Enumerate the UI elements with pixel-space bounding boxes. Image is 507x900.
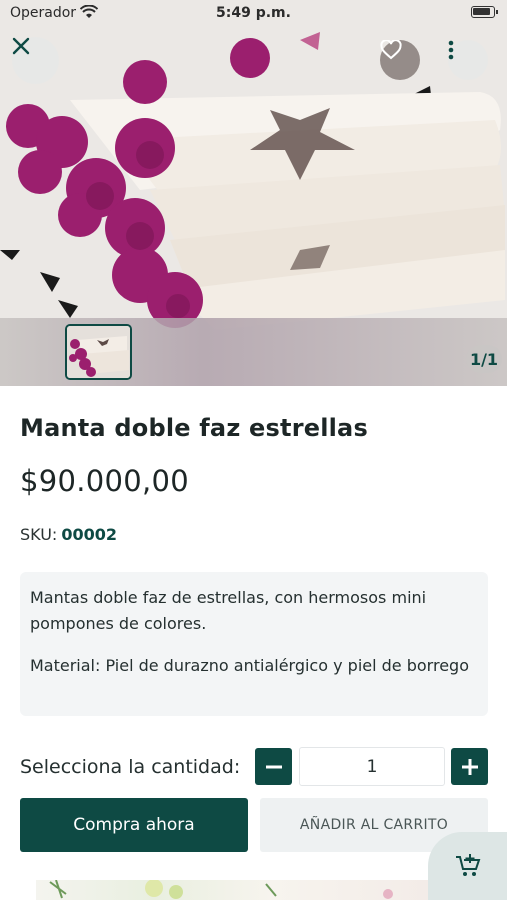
product-image[interactable]: Operador 5:49 p.m. 1/1 bbox=[0, 0, 507, 386]
sku-value: 00002 bbox=[61, 525, 117, 544]
status-bar: Operador 5:49 p.m. bbox=[0, 0, 507, 26]
quantity-increase-button[interactable] bbox=[451, 748, 488, 785]
more-vertical-icon bbox=[448, 40, 454, 60]
plus-icon bbox=[461, 758, 478, 775]
heart-icon bbox=[380, 40, 402, 60]
close-button[interactable] bbox=[12, 37, 59, 84]
favorite-button[interactable] bbox=[380, 40, 420, 80]
quantity-label: Selecciona la cantidad: bbox=[20, 756, 241, 778]
more-options-button[interactable] bbox=[448, 40, 488, 80]
status-time: 5:49 p.m. bbox=[216, 5, 291, 21]
cart-plus-icon bbox=[455, 854, 480, 876]
close-icon bbox=[12, 37, 30, 55]
quantity-decrease-button[interactable] bbox=[255, 748, 292, 785]
product-sku: SKU: 00002 bbox=[20, 525, 117, 544]
quantity-input[interactable] bbox=[299, 747, 445, 786]
product-price: $90.000,00 bbox=[20, 464, 190, 498]
minus-icon bbox=[265, 765, 282, 768]
product-title: Manta doble faz estrellas bbox=[20, 414, 368, 442]
buy-now-button[interactable]: Compra ahora bbox=[20, 798, 248, 852]
image-counter: 1/1 bbox=[466, 345, 502, 373]
thumbnail-image bbox=[67, 326, 130, 378]
sku-label: SKU: bbox=[20, 525, 58, 544]
battery-icon bbox=[471, 6, 498, 18]
related-product-preview[interactable] bbox=[36, 880, 428, 900]
description-paragraph: Mantas doble faz de estrellas, con hermo… bbox=[30, 588, 427, 633]
product-description: Mantas doble faz de estrellas, con hermo… bbox=[20, 572, 488, 716]
description-paragraph: Material: Piel de durazno antialérgico y… bbox=[30, 656, 469, 675]
gallery-thumbnail[interactable] bbox=[65, 324, 132, 380]
preview-image bbox=[49, 880, 393, 899]
floating-cart-button[interactable] bbox=[428, 832, 507, 900]
